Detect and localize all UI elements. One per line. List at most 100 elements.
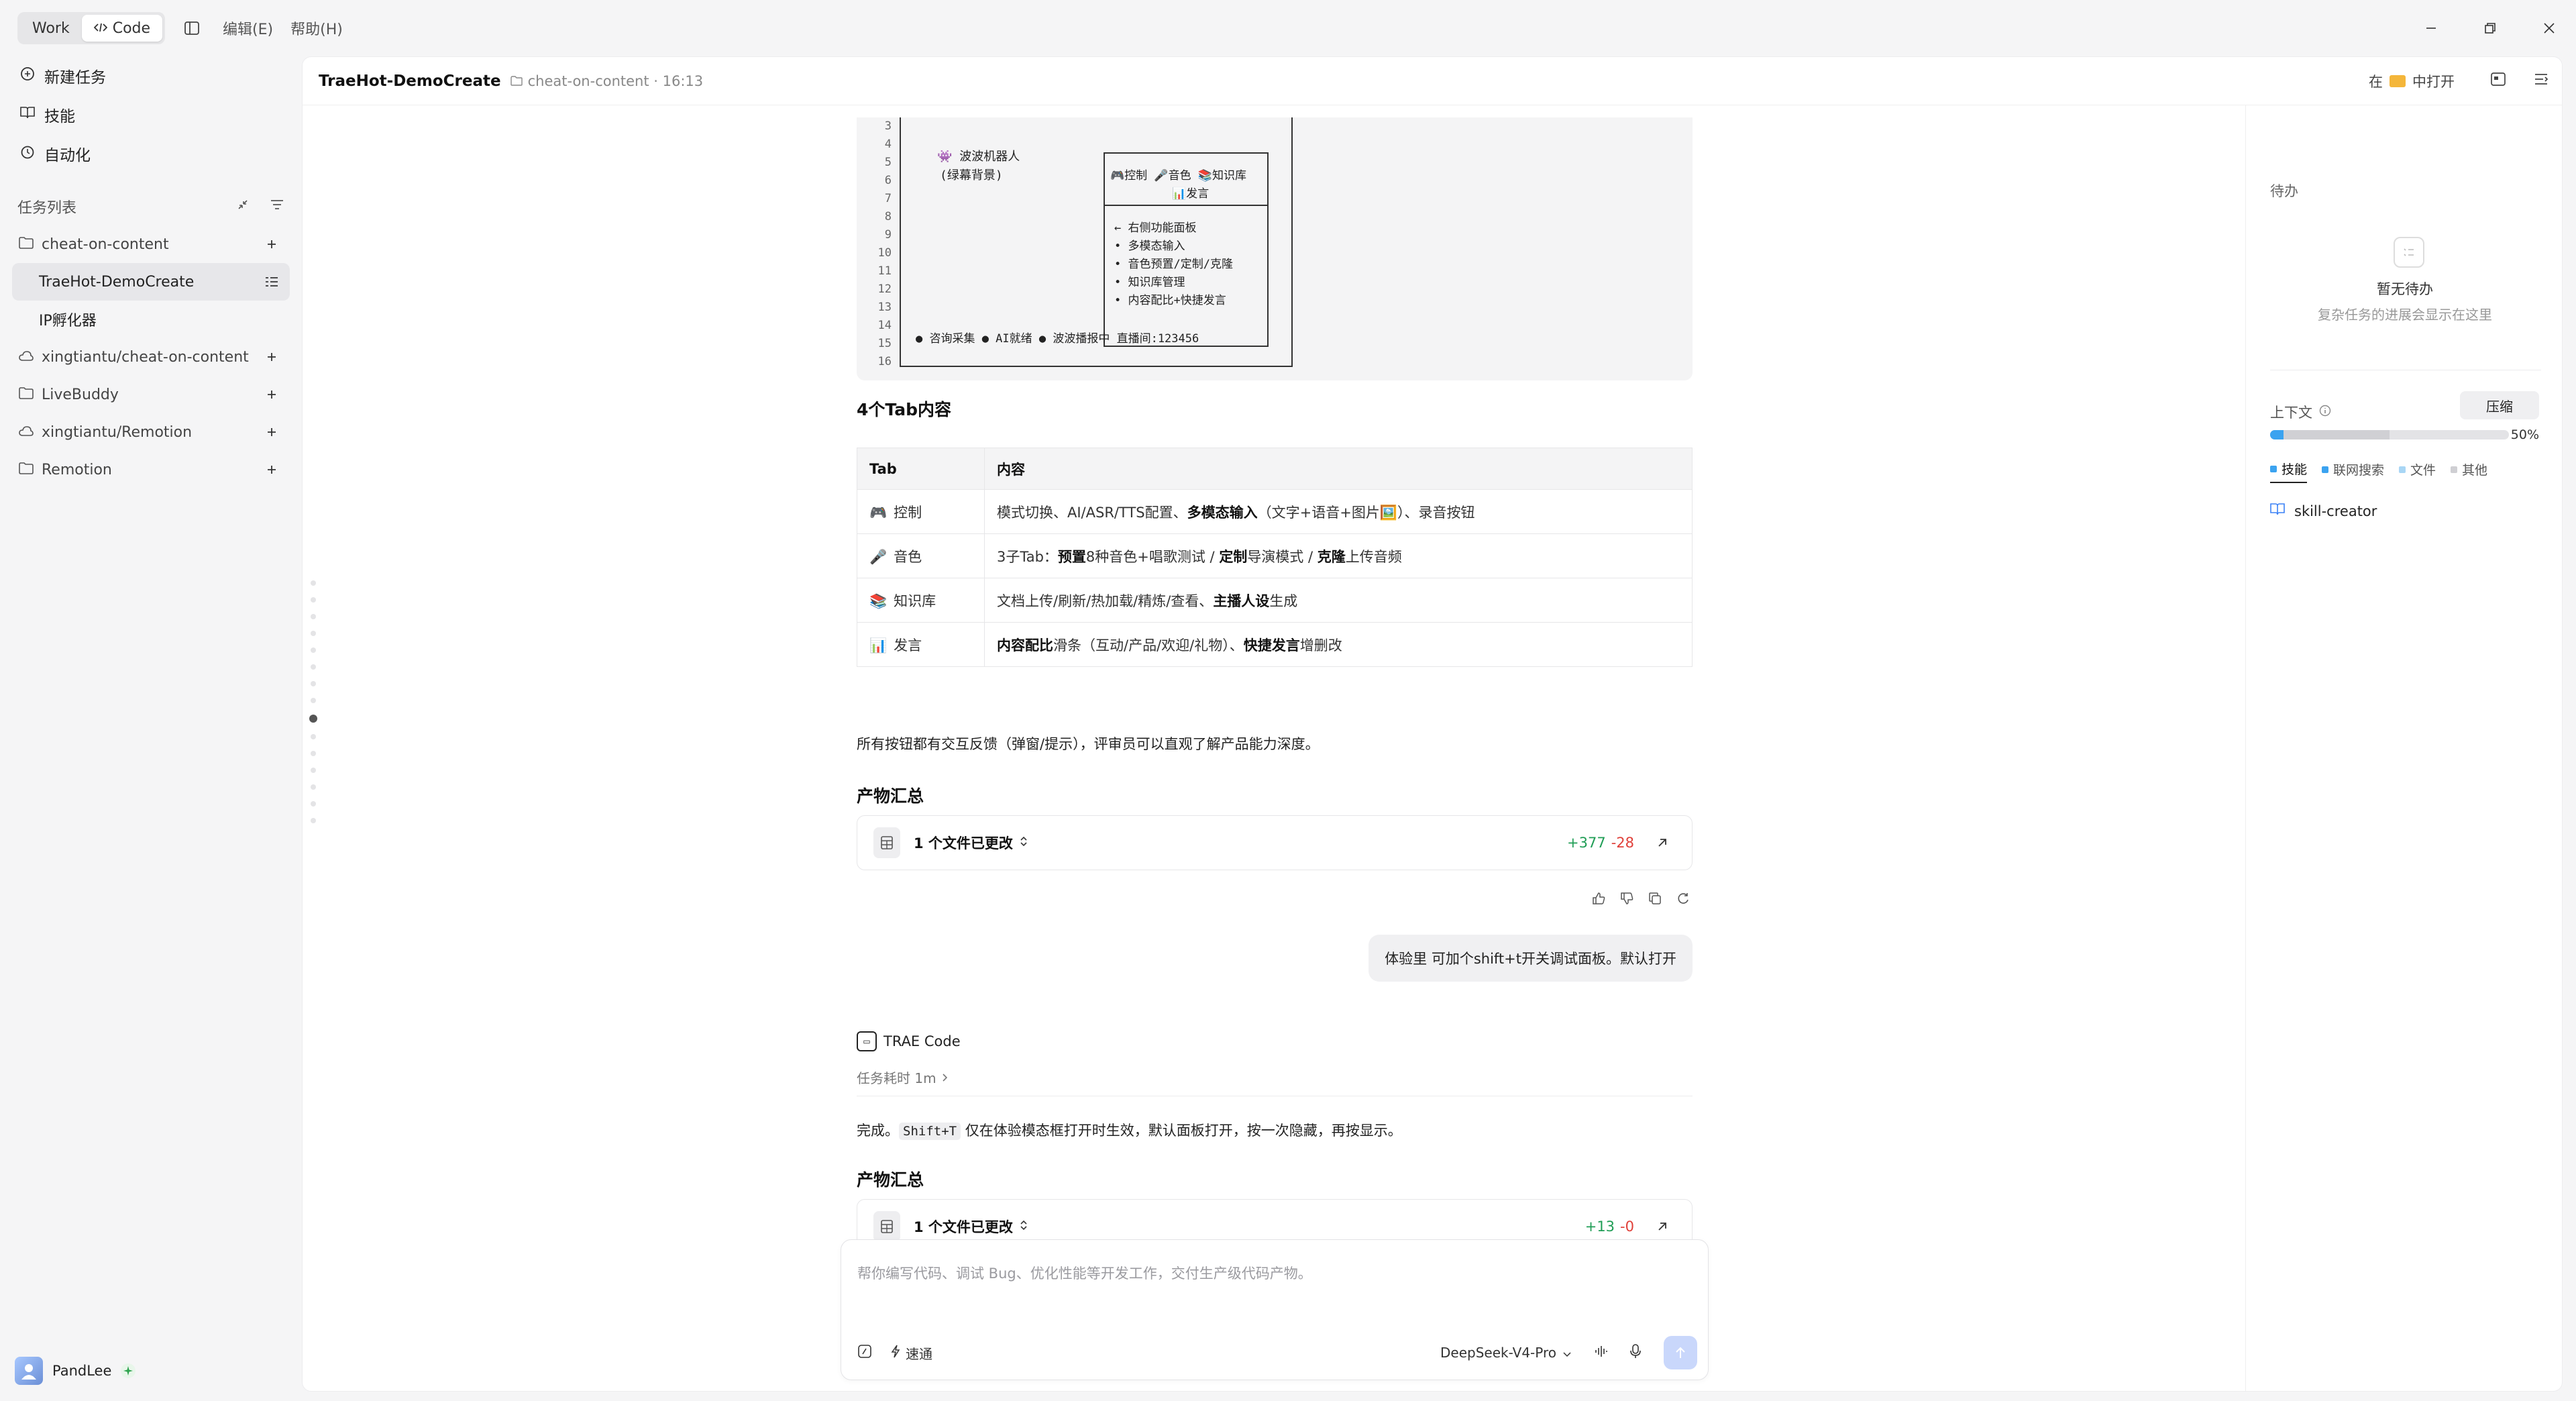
tab-name: 知识库 (894, 592, 936, 609)
timeline-dot[interactable] (311, 597, 316, 603)
timeline-dot[interactable] (311, 647, 316, 653)
timeline-dot[interactable] (311, 664, 316, 670)
timeline-dot-current[interactable] (309, 715, 317, 723)
speed-mode-button[interactable]: 速通 (891, 1343, 932, 1363)
composer-input[interactable]: 帮你编写代码、调试 Bug、优化性能等开发工作，交付生产级代码产物。 (857, 1263, 1312, 1283)
timeline-dot[interactable] (311, 614, 316, 619)
artifact-summary-card[interactable]: 1 个文件已更改 +377 -28 (857, 815, 1693, 870)
tab-name: 发言 (894, 637, 922, 654)
empty-todo-title: 暂无待办 (2377, 281, 2433, 297)
timeline-dot[interactable] (311, 768, 316, 773)
filter-icon[interactable] (270, 198, 284, 215)
task-ip-incubator[interactable]: IP孵化器 (12, 301, 290, 338)
copy-icon[interactable] (1646, 889, 1664, 908)
legend-label: 文件 (2410, 463, 2436, 478)
toggle-right-panel-icon[interactable] (2534, 72, 2548, 89)
folder-cheat-on-content[interactable]: cheat-on-content (12, 225, 290, 263)
folder-remotion[interactable]: Remotion (12, 451, 290, 488)
add-task-icon[interactable] (262, 422, 282, 442)
cell-text: 导演模式 / (1247, 548, 1318, 565)
timeline-dot[interactable] (311, 751, 316, 756)
info-icon[interactable] (2319, 404, 2331, 420)
menu-help[interactable]: 帮助(H) (290, 17, 343, 39)
sidebar-item-skills[interactable]: 技能 (12, 95, 290, 134)
compress-button[interactable]: 压缩 (2460, 391, 2539, 419)
task-outline-icon[interactable] (262, 272, 282, 292)
timeline-dot[interactable] (311, 818, 316, 823)
mode-work-button[interactable]: Work (20, 15, 82, 42)
chat-composer[interactable]: 帮你编写代码、调试 Bug、优化性能等开发工作，交付生产级代码产物。 速通 De… (841, 1239, 1709, 1380)
table-cell-tab: 🎮 控制 (857, 489, 985, 534)
thumbs-up-icon[interactable] (1589, 889, 1608, 908)
conversation-timeline[interactable] (309, 580, 317, 823)
context-legend-item[interactable]: 其他 (2451, 460, 2487, 483)
tab-name: 控制 (894, 504, 922, 521)
cell-text: 文档上传/刷新/热加载/精炼/查看、 (997, 592, 1214, 609)
diff-stats: +377 -28 (1567, 835, 1634, 851)
files-changed-toggle[interactable]: 1 个文件已更改 (914, 833, 1028, 853)
folder-app-icon (2390, 74, 2406, 87)
sidebar-item-new-task[interactable]: 新建任务 (12, 56, 290, 95)
collapse-all-icon[interactable] (236, 198, 250, 215)
line-number: 5 (884, 156, 892, 169)
mode-code-button[interactable]: Code (81, 15, 163, 42)
close-icon[interactable] (2536, 15, 2563, 42)
task-tree: cheat-on-content TraeHot-DemoCreate IP孵化… (0, 225, 302, 488)
context-legend-item[interactable]: 联网搜索 (2322, 460, 2384, 483)
model-selector[interactable]: DeepSeek-V4-Pro (1440, 1345, 1571, 1361)
voice-wave-icon[interactable] (1594, 1345, 1607, 1361)
timeline-dot[interactable] (311, 801, 316, 807)
thumbs-down-icon[interactable] (1617, 889, 1636, 908)
task-list-header: 任务列表 (0, 188, 302, 225)
table-cell-content: 3子Tab：预置8种音色+唱歌测试 / 定制导演模式 / 克隆上传音频 (984, 533, 1693, 578)
sidebar-item-automation[interactable]: 自动化 (12, 134, 290, 173)
files-changed-toggle[interactable]: 1 个文件已更改 (914, 1216, 1028, 1237)
timeline-dot[interactable] (311, 784, 316, 790)
preview-panel-icon[interactable] (2491, 72, 2506, 89)
add-task-icon[interactable] (262, 234, 282, 254)
add-task-icon[interactable] (262, 384, 282, 405)
chevron-updown-icon (1020, 835, 1028, 851)
skill-item[interactable]: skill-creator (2270, 503, 2377, 519)
folder-livebuddy[interactable]: LiveBuddy (12, 376, 290, 413)
chevron-down-icon (1563, 1345, 1571, 1361)
speed-mode-label: 速通 (906, 1345, 932, 1362)
cell-bold: 预置 (1057, 548, 1086, 565)
context-legend-item[interactable]: 技能 (2270, 460, 2308, 483)
send-button[interactable] (1664, 1336, 1697, 1369)
table-row: 🎮 控制 模式切换、AI/ASR/TTS配置、多模态输入（文字+语音+图片🖼️）、… (857, 489, 1693, 534)
add-task-icon[interactable] (262, 347, 282, 367)
line-number: 6 (884, 174, 892, 187)
agent-header: ▭ TRAE Code (857, 1031, 961, 1051)
task-traehot-democreate[interactable]: TraeHot-DemoCreate (12, 263, 290, 301)
open-in-button[interactable]: 在 中打开 (2369, 71, 2455, 91)
context-attach-icon[interactable] (857, 1344, 872, 1362)
table-row: 📊 发言 内容配比滑条（互动/产品/欢迎/礼物）、快捷发言增删改 (857, 622, 1693, 667)
menu-edit[interactable]: 编辑(E) (223, 17, 273, 39)
timeline-dot[interactable] (311, 631, 316, 636)
context-legend-item[interactable]: 文件 (2399, 460, 2436, 483)
open-external-icon[interactable] (1650, 831, 1674, 855)
user-profile[interactable]: PandLee (15, 1357, 136, 1385)
tui-menu-item: • 音色预置/定制/克隆 (1114, 258, 1233, 271)
cell-bold: 主播人设 (1213, 592, 1270, 609)
context-skill-segment (2270, 430, 2284, 439)
folder-xingtiantu-remotion[interactable]: xingtiantu/Remotion (12, 413, 290, 451)
task-duration-toggle[interactable]: 任务耗时 1m (857, 1068, 949, 1087)
timeline-dot[interactable] (311, 681, 316, 686)
regenerate-icon[interactable] (1674, 889, 1693, 908)
microphone-icon[interactable] (1630, 1343, 1641, 1362)
tui-tabs-line: 🎮控制 🎤音色 📚知识库 (1110, 169, 1246, 183)
line-numbers: 3 4 5 6 7 8 9 10 11 12 13 14 15 16 (869, 117, 892, 371)
minimize-icon[interactable] (2418, 15, 2445, 42)
timeline-dot[interactable] (311, 580, 316, 586)
timeline-dot[interactable] (311, 734, 316, 739)
timeline-dot[interactable] (311, 698, 316, 703)
add-task-icon[interactable] (262, 460, 282, 480)
section-heading-artifacts: 产物汇总 (857, 786, 924, 806)
arrow-up-icon (1676, 1347, 1685, 1358)
toggle-sidebar-icon[interactable] (178, 15, 205, 42)
open-external-icon[interactable] (1650, 1214, 1674, 1239)
restore-icon[interactable] (2477, 15, 2504, 42)
folder-xingtiantu-cheat-on-content[interactable]: xingtiantu/cheat-on-content (12, 338, 290, 376)
